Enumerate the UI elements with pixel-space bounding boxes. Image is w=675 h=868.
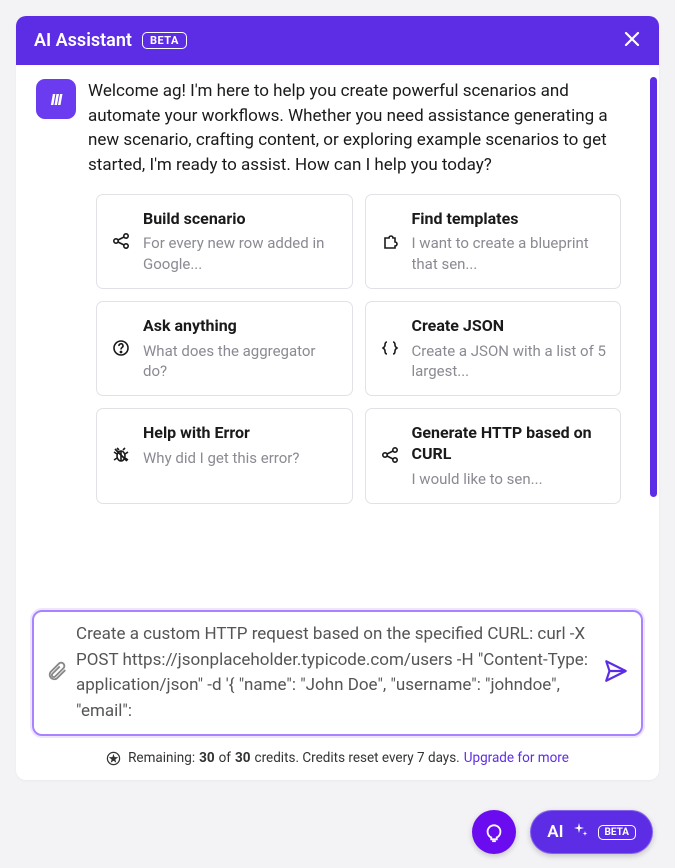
composer: Create a custom HTTP request based on th… xyxy=(32,610,643,736)
sparkle-icon xyxy=(572,821,590,843)
card-help-with-error[interactable]: Help with Error Why did I get this error… xyxy=(96,408,353,504)
card-find-templates[interactable]: Find templates I want to create a bluepr… xyxy=(365,194,622,289)
beta-badge: BETA xyxy=(142,32,187,49)
ai-beta-badge: BETA xyxy=(598,825,637,840)
card-generate-http[interactable]: Generate HTTP based on CURL I would like… xyxy=(365,408,622,504)
card-subtitle: What does the aggregator do? xyxy=(143,341,338,382)
share-icon xyxy=(380,445,400,465)
card-title: Ask anything xyxy=(143,316,338,337)
card-title: Generate HTTP based on CURL xyxy=(412,423,607,465)
credits-suffix: credits. Credits reset every 7 days. xyxy=(255,750,460,766)
close-icon[interactable] xyxy=(623,30,641,51)
assistant-avatar: III xyxy=(36,79,76,119)
chat-body: III Welcome ag! I'm here to help you cre… xyxy=(16,65,659,606)
panel-header: AI Assistant BETA xyxy=(16,16,659,65)
card-subtitle: Create a JSON with a list of 5 largest..… xyxy=(412,341,607,382)
paperclip-icon[interactable] xyxy=(46,660,68,686)
card-subtitle: For every new row added in Google... xyxy=(143,233,338,274)
card-title: Find templates xyxy=(412,209,607,230)
card-subtitle: I want to create a blueprint that sen... xyxy=(412,233,607,274)
star-icon xyxy=(106,751,121,766)
braces-icon xyxy=(380,338,400,358)
welcome-text: Welcome ag! I'm here to help you create … xyxy=(88,79,621,178)
ai-label: AI xyxy=(547,822,563,842)
credits-prefix: Remaining: xyxy=(128,750,195,766)
suggestion-cards: Build scenario For every new row added i… xyxy=(96,194,621,504)
upgrade-link[interactable]: Upgrade for more xyxy=(464,750,569,766)
credits-of: of xyxy=(219,750,231,766)
ai-assistant-panel: AI Assistant BETA III Welcome ag! I'm he… xyxy=(16,16,659,780)
composer-input[interactable]: Create a custom HTTP request based on th… xyxy=(76,622,595,724)
puzzle-icon xyxy=(380,231,400,251)
credits-footer: Remaining: 30 of 30 credits. Credits res… xyxy=(16,744,659,780)
ai-launcher[interactable]: AI BETA xyxy=(530,810,653,854)
floating-actions: AI BETA xyxy=(472,810,653,854)
card-build-scenario[interactable]: Build scenario For every new row added i… xyxy=(96,194,353,289)
composer-area: Create a custom HTTP request based on th… xyxy=(16,606,659,744)
question-circle-icon xyxy=(111,338,131,358)
assistant-message: III Welcome ag! I'm here to help you cre… xyxy=(36,79,639,178)
help-fab[interactable] xyxy=(472,810,516,854)
send-icon[interactable] xyxy=(603,658,629,688)
header-title: AI Assistant xyxy=(34,30,132,51)
bug-icon xyxy=(111,445,131,465)
card-subtitle: Why did I get this error? xyxy=(143,448,338,468)
credits-total: 30 xyxy=(235,750,251,766)
scrollbar-thumb[interactable] xyxy=(650,77,657,497)
credits-current: 30 xyxy=(199,750,215,766)
card-title: Build scenario xyxy=(143,209,338,230)
card-create-json[interactable]: Create JSON Create a JSON with a list of… xyxy=(365,301,622,396)
card-ask-anything[interactable]: Ask anything What does the aggregator do… xyxy=(96,301,353,396)
card-title: Help with Error xyxy=(143,423,338,444)
card-title: Create JSON xyxy=(412,316,607,337)
card-subtitle: I would like to sen... xyxy=(412,469,607,489)
share-icon xyxy=(111,231,131,251)
